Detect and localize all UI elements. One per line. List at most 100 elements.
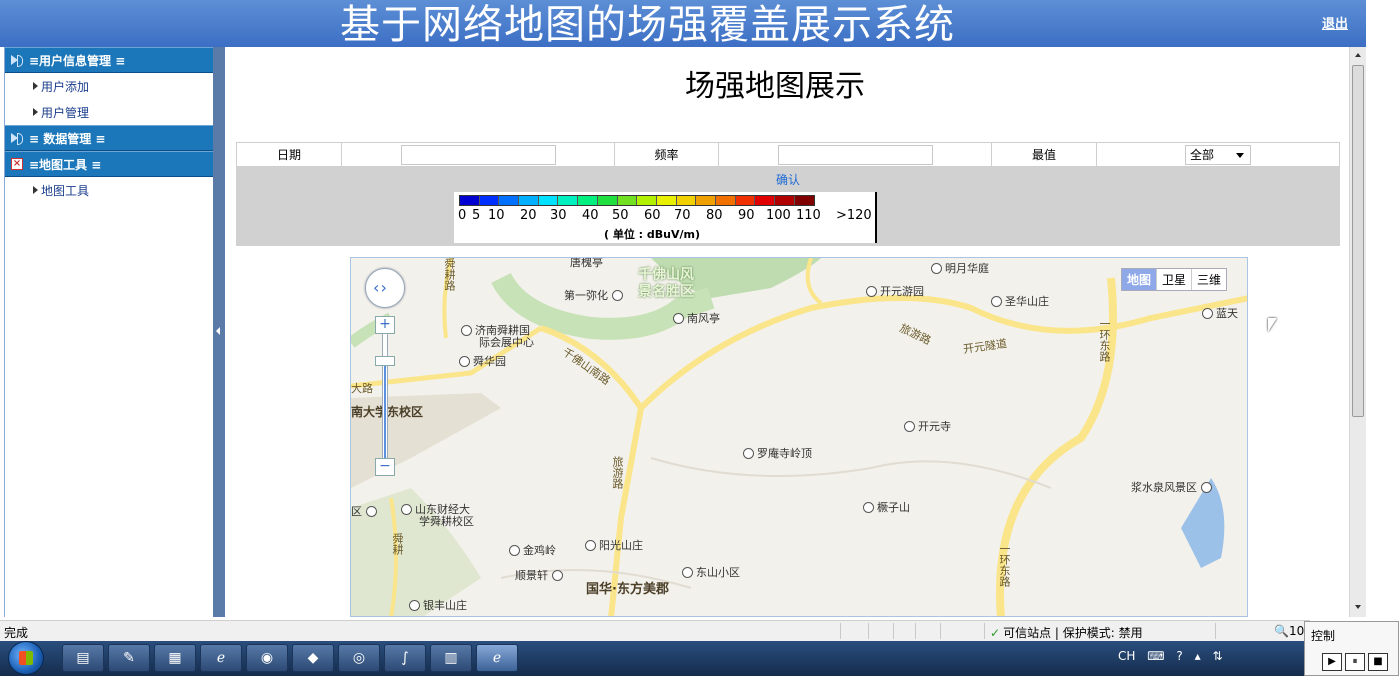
legend-color-swatch	[715, 196, 736, 205]
sidebar-item-label: 用户管理	[41, 105, 90, 120]
sidebar-item-label: 用户添加	[41, 79, 90, 94]
legend-color-swatch	[578, 196, 598, 205]
triangle-right-icon	[33, 108, 38, 116]
map-label: 顺景轩	[515, 567, 566, 583]
max-label: 最值	[992, 143, 1097, 166]
map-view[interactable]: 唐槐亭 千佛山风 景名胜区 第一弥化 南风亭 开元游园 明月华庭 圣华山庄 蓝天…	[350, 257, 1248, 617]
map-label: 东山小区	[682, 564, 740, 580]
map-label: 际会展中心	[479, 336, 534, 349]
control-buttons: ▶ ⏸ ■	[1322, 653, 1391, 671]
poi-icon	[459, 356, 470, 367]
legend-tick-label: 110	[796, 208, 821, 223]
sidebar-section-map-tools[interactable]: × ≡地图工具 ≡	[5, 151, 213, 177]
stop-button[interactable]: ■	[1368, 653, 1388, 671]
sidebar-item-manage-user[interactable]: 用户管理	[5, 99, 213, 125]
map-label: 罗庵寺岭顶	[743, 445, 812, 461]
taskbar-app-button[interactable]: ◆	[292, 644, 334, 672]
security-zone[interactable]: ✓ 可信站点 | 保护模式: 禁用	[990, 624, 1143, 641]
poi-icon	[585, 540, 596, 551]
status-bar: 完成 ✓ 可信站点 | 保护模式: 禁用 🔍10	[0, 620, 1310, 641]
poi-icon	[401, 504, 412, 515]
divider	[1215, 623, 1216, 639]
poi-icon	[365, 506, 377, 517]
taskbar-app-button[interactable]: ▤	[62, 644, 104, 672]
scroll-up-icon[interactable]	[1355, 53, 1361, 57]
legend-tick-label: 30	[550, 208, 567, 223]
taskbar-ie-active-button[interactable]: ℯ	[476, 644, 518, 672]
system-tray: CH ⌨ ? ▴ ⇅	[1118, 649, 1231, 663]
legend-color-swatch	[696, 196, 716, 205]
max-select[interactable]: 全部	[1185, 144, 1251, 165]
logout-link[interactable]: 退出	[1322, 13, 1348, 32]
play-button[interactable]: ▶	[1322, 653, 1342, 671]
road-label: 舜耕	[391, 533, 404, 555]
date-input[interactable]	[400, 144, 556, 165]
pause-button[interactable]: ⏸	[1345, 653, 1365, 671]
arrow-icon	[11, 132, 23, 145]
sidebar-item-map-tool[interactable]: 地图工具	[5, 177, 213, 203]
taskbar-app-button[interactable]: ◎	[338, 644, 380, 672]
map-pan-control[interactable]	[365, 268, 405, 308]
sidebar-section-user-info[interactable]: ≡用户信息管理 ≡	[5, 47, 213, 73]
map-type-map-button[interactable]: 地图	[1122, 269, 1158, 290]
max-select-value: 全部	[1190, 148, 1215, 162]
zoom-slider-fill	[384, 365, 386, 465]
legend-tick-label: 50	[612, 208, 629, 223]
taskbar-app-button[interactable]: ◉	[246, 644, 288, 672]
zoom-out-button[interactable]: −	[375, 458, 395, 476]
map-type-3d-button[interactable]: 三维	[1192, 269, 1226, 290]
taskbar-app-button[interactable]: ▥	[430, 644, 472, 672]
chevron-down-icon	[1236, 152, 1244, 158]
zoom-slider[interactable]	[382, 316, 388, 466]
freq-input[interactable]	[777, 144, 933, 165]
poi-icon	[991, 296, 1002, 307]
legend-tick-label: 100	[766, 208, 791, 223]
map-type-satellite-button[interactable]: 卫星	[1157, 269, 1193, 290]
legend-color-swatch	[755, 196, 775, 205]
language-indicator[interactable]: CH	[1118, 649, 1135, 663]
zoom-handle[interactable]	[375, 356, 395, 366]
map-roads	[351, 258, 1247, 616]
road-label: 大路	[351, 382, 373, 395]
poi-icon	[551, 570, 563, 581]
legend-tick-label: >120	[836, 208, 872, 223]
taskbar-explorer-button[interactable]: ▦	[154, 644, 196, 672]
map-label: 银丰山庄	[409, 597, 467, 613]
sidebar-item-add-user[interactable]: 用户添加	[5, 73, 213, 99]
vertical-scrollbar[interactable]	[1349, 47, 1366, 617]
tray-expand-icon[interactable]: ▴	[1195, 649, 1201, 663]
sidebar-section-label: ≡地图工具 ≡	[29, 157, 102, 172]
taskbar-app-button[interactable]: ∫	[384, 644, 426, 672]
legend-color-swatch	[794, 196, 815, 205]
road-label: 旅游路	[611, 456, 624, 489]
legend-color-swatch	[676, 196, 697, 205]
legend-tick-label: 0	[458, 208, 467, 223]
mouse-cursor-icon	[1268, 318, 1277, 332]
zoom-in-button[interactable]: +	[375, 316, 395, 334]
network-icon[interactable]: ⇅	[1212, 649, 1222, 663]
map-label: 开元寺	[904, 418, 951, 434]
taskbar-ie-button[interactable]: ℯ	[200, 644, 242, 672]
start-button[interactable]	[8, 641, 44, 675]
filter-row: 日期 频率 最值 全部	[236, 142, 1340, 167]
legend-color-swatch	[735, 196, 756, 205]
legend-band: 确认 0 5 10 20 30 40 50 60 70 80 90 100 110 >120 ( 单位 :…	[236, 167, 1340, 246]
legend-unit: ( 单位 : dBuV/m)	[604, 228, 701, 241]
scroll-thumb[interactable]	[1352, 65, 1364, 417]
poi-icon	[509, 545, 520, 556]
taskbar-app-button[interactable]: ✎	[108, 644, 150, 672]
collapse-arrow-icon[interactable]	[216, 327, 220, 335]
freq-label: 频率	[615, 143, 719, 166]
map-label: 景名胜区	[638, 284, 694, 300]
keyboard-icon[interactable]: ⌨	[1147, 649, 1164, 663]
sidebar-splitter[interactable]	[213, 47, 225, 617]
legend-color-swatch	[617, 196, 638, 205]
scroll-down-icon[interactable]	[1355, 605, 1361, 609]
sidebar-section-data[interactable]: ≡ 数据管理 ≡	[5, 125, 213, 151]
app-header: 基于网络地图的场强覆盖展示系统 退出	[0, 0, 1366, 48]
zoom-level-value: 10	[1288, 624, 1305, 638]
map-type-switch: 地图 卫星 三维	[1121, 268, 1228, 291]
confirm-link[interactable]: 确认	[776, 171, 800, 188]
help-icon[interactable]: ?	[1176, 649, 1182, 663]
zoom-level[interactable]: 🔍10	[1274, 624, 1304, 638]
